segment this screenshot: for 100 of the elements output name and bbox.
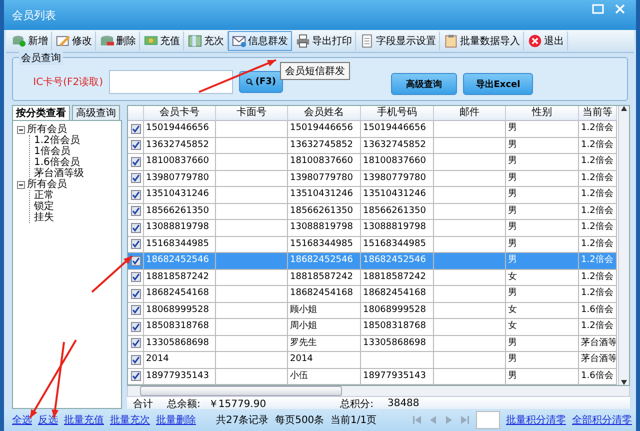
table-cell: 15019446656 xyxy=(361,121,434,138)
table-cell: 18508318768 xyxy=(361,319,434,336)
table-cell: 男 xyxy=(506,170,579,187)
action-link[interactable]: 批量删除 xyxy=(156,413,196,427)
table-cell: 男 xyxy=(506,121,579,138)
action-link[interactable]: 批量充值 xyxy=(64,413,104,427)
table-cell: 男 xyxy=(506,286,579,302)
tree-item[interactable]: 所有会员 xyxy=(27,124,67,135)
tree-item[interactable]: 1.2倍会员 xyxy=(34,135,80,146)
column-header[interactable]: 卡面号 xyxy=(216,106,288,121)
toolbar-button[interactable]: 修改 xyxy=(52,31,96,51)
totals-label: 合计 xyxy=(133,398,153,410)
table-cell: 13088819798 xyxy=(361,220,434,236)
table-cell: 13510431246 xyxy=(288,187,361,204)
toolbar-button[interactable]: 批量数据导入 xyxy=(440,31,524,51)
table-cell: 女 xyxy=(506,302,579,319)
table-cell: 18508318768 xyxy=(144,319,216,336)
table-cell: 13632745852 xyxy=(288,138,361,154)
balance-label: 总余额: xyxy=(167,398,200,410)
column-header[interactable]: 会员姓名 xyxy=(288,106,361,121)
table-cell: 13510431246 xyxy=(361,187,434,204)
paging-summary: 共27条记录 每页500条 当前1/1页 xyxy=(216,414,377,427)
field-label: IC卡号(F2读取) xyxy=(32,76,103,89)
table-cell: 13980779780 xyxy=(361,170,434,187)
table-cell: 13632745852 xyxy=(144,138,216,154)
points-label: 总积分: xyxy=(340,398,374,410)
toolbar-button[interactable]: 信息群发 xyxy=(228,31,292,51)
tooltip: 会员短信群发 xyxy=(280,62,350,80)
table-cell: 1.2倍会 xyxy=(579,204,617,220)
table-cell: 15168344985 xyxy=(361,236,434,253)
toolbar-button[interactable]: 删除 xyxy=(96,31,140,51)
export-button[interactable]: 导出Excel xyxy=(463,73,533,95)
table-cell: 2014 xyxy=(144,352,216,368)
toolbar-button[interactable]: 退出 xyxy=(524,31,568,51)
action-link[interactable]: 全选 xyxy=(12,413,32,427)
balance-value: ￥15779.90 xyxy=(208,398,266,410)
tab[interactable]: 高级查询 xyxy=(72,105,120,120)
table-cell: 18068999528 xyxy=(144,302,216,319)
table-cell: 15019446656 xyxy=(288,121,361,138)
table-cell: 15168344985 xyxy=(288,236,361,253)
points-value: 38488 xyxy=(387,398,420,409)
table-cell: 18068999528 xyxy=(361,302,434,319)
table-cell: 1.6倍会 xyxy=(579,302,617,319)
toolbar-button[interactable]: 导出打印 xyxy=(292,31,356,51)
table-cell: 13632745852 xyxy=(361,138,434,154)
column-header[interactable]: 性别 xyxy=(506,106,579,121)
table-cell: 18977935143 xyxy=(144,368,216,385)
action-link[interactable]: 批量充次 xyxy=(110,413,150,427)
group-title: 会员查询 xyxy=(19,51,63,65)
table-cell: 18682452546 xyxy=(288,253,361,270)
table-cell: 男 xyxy=(506,253,579,270)
advanced-query-button[interactable]: 高级查询 xyxy=(391,73,457,95)
table-cell: 顾小姐 xyxy=(288,302,361,319)
table-cell: 18682454168 xyxy=(144,286,216,302)
search-button[interactable]: (F3) xyxy=(239,71,283,93)
table-cell: 1.2倍会 xyxy=(579,170,617,187)
table-cell: 13088819798 xyxy=(144,220,216,236)
table-cell: 罗先生 xyxy=(288,336,361,352)
table-cell: 1.2倍会 xyxy=(579,270,617,286)
table-cell: 18818587242 xyxy=(361,270,434,286)
tree-item[interactable]: 茅台酒等级 xyxy=(34,168,84,179)
toolbar-button[interactable]: 字段显示设置 xyxy=(356,31,440,51)
table-cell: 18100837660 xyxy=(288,154,361,170)
table-cell: 18682452546 xyxy=(144,253,216,270)
table-cell: 13305868698 xyxy=(144,336,216,352)
table-cell: 男 xyxy=(506,204,579,220)
table-cell: 1.2倍会 xyxy=(579,253,617,270)
table-cell: 小伍 xyxy=(288,368,361,385)
table-cell: 2014 xyxy=(288,352,361,368)
table-cell: 1.2倍会 xyxy=(579,187,617,204)
table-cell: 女 xyxy=(506,270,579,286)
table-cell: 男 xyxy=(506,138,579,154)
table-cell: 18977935143 xyxy=(361,368,434,385)
column-header[interactable]: 当前等 xyxy=(579,106,617,121)
tree-item[interactable]: 所有会员 xyxy=(27,179,67,190)
table-cell: 男 xyxy=(506,187,579,204)
table-cell: 18818587242 xyxy=(144,270,216,286)
action-link[interactable]: 全部积分清零 xyxy=(572,413,632,427)
table-cell: 13510431246 xyxy=(144,187,216,204)
action-link[interactable]: 批量积分清零 xyxy=(506,413,566,427)
table-cell: 男 xyxy=(506,236,579,253)
tree-item[interactable]: 挂失 xyxy=(34,212,54,223)
tree-item[interactable]: 正常 xyxy=(34,190,54,201)
tree-item[interactable]: 1倍会员 xyxy=(34,146,70,157)
tree-item[interactable]: 锁定 xyxy=(34,201,54,212)
column-header[interactable]: 手机号码 xyxy=(361,106,434,121)
tab[interactable]: 按分类查看 xyxy=(12,105,70,120)
table-cell: 周小姐 xyxy=(288,319,361,336)
table-cell: 1.2倍会 xyxy=(579,319,617,336)
table-cell: 18566261350 xyxy=(144,204,216,220)
column-header[interactable]: 会员卡号 xyxy=(144,106,216,121)
tree-item[interactable]: 1.6倍会员 xyxy=(34,157,80,168)
table-cell: 15019446656 xyxy=(144,121,216,138)
table-cell: 18682454168 xyxy=(288,286,361,302)
table-cell: 15168344985 xyxy=(144,236,216,253)
window-title: 会员列表 xyxy=(12,8,56,22)
table-cell: 1.2倍会 xyxy=(579,138,617,154)
toolbar-button[interactable]: 充值 xyxy=(140,31,184,51)
column-header[interactable]: 邮件 xyxy=(434,106,506,121)
table-cell: 13980779780 xyxy=(144,170,216,187)
